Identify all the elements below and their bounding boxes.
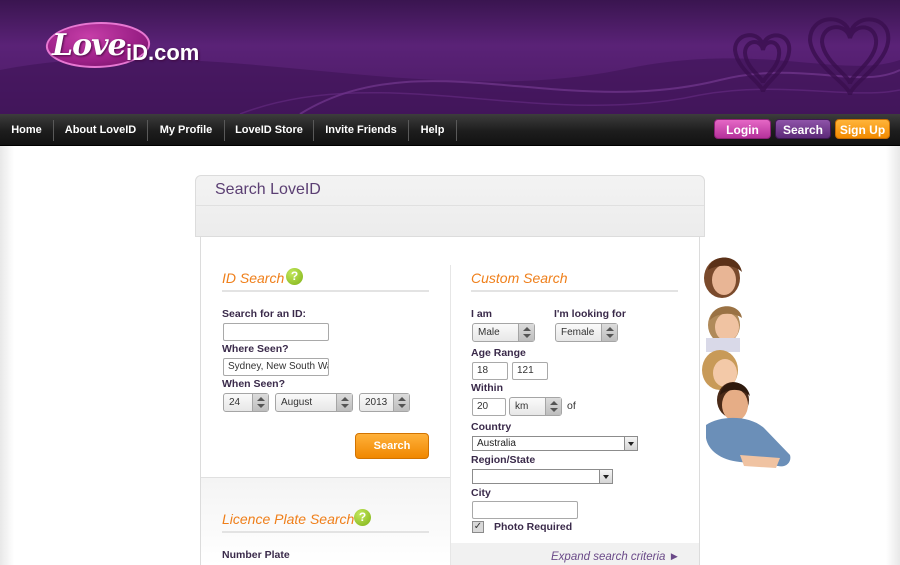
spinner-arrows-icon bbox=[518, 324, 534, 341]
section-rule bbox=[222, 531, 429, 533]
search-for-id-label: Search for an ID: bbox=[222, 308, 307, 320]
plate-search-title: Licence Plate Search bbox=[222, 511, 355, 527]
nav-invite-friends[interactable]: Invite Friends bbox=[314, 114, 408, 146]
when-seen-label: When Seen? bbox=[222, 378, 286, 390]
search-id-input[interactable] bbox=[223, 323, 329, 341]
distance-unit-select[interactable]: km bbox=[509, 397, 562, 416]
year-value: 2013 bbox=[365, 397, 388, 408]
of-label: of bbox=[567, 400, 576, 412]
year-select[interactable]: 2013 bbox=[359, 393, 410, 412]
looking-for-label: I'm looking for bbox=[554, 308, 626, 320]
spinner-arrows-icon bbox=[545, 398, 561, 415]
logo-text-id: iD.com bbox=[126, 40, 200, 65]
distance-unit-value: km bbox=[515, 401, 529, 412]
spinner-arrows-icon bbox=[336, 394, 352, 411]
nav-loveid-store[interactable]: LoveID Store bbox=[225, 114, 313, 146]
where-seen-label: Where Seen? bbox=[222, 343, 289, 355]
within-label: Within bbox=[471, 382, 503, 394]
country-label: Country bbox=[471, 421, 512, 433]
age-max-input[interactable]: 121 bbox=[512, 362, 548, 380]
id-search-button[interactable]: Search bbox=[355, 433, 429, 459]
photo-required-label: Photo Required bbox=[494, 521, 573, 533]
nav-my-profile[interactable]: My Profile bbox=[148, 114, 224, 146]
loveid-logo[interactable]: Love iD.com bbox=[42, 18, 199, 74]
dropdown-arrow-icon bbox=[624, 437, 637, 450]
main-navigation: Home About LoveID My Profile LoveID Stor… bbox=[0, 114, 900, 146]
column-divider bbox=[450, 265, 451, 565]
spinner-arrows-icon bbox=[601, 324, 617, 341]
looking-for-select[interactable]: Female bbox=[555, 323, 618, 342]
signup-button[interactable]: Sign Up bbox=[835, 119, 890, 139]
expand-search-criteria-link[interactable]: Expand search criteria ► bbox=[551, 551, 680, 563]
panel-divider bbox=[196, 205, 704, 206]
site-header: Love iD.com bbox=[0, 0, 900, 114]
section-rule bbox=[471, 290, 678, 292]
i-am-value: Male bbox=[478, 327, 500, 338]
within-distance-input[interactable]: 20 bbox=[472, 398, 506, 416]
region-select[interactable] bbox=[472, 469, 613, 484]
nav-help[interactable]: Help bbox=[409, 114, 456, 146]
nav-separator bbox=[456, 120, 457, 141]
day-select[interactable]: 24 bbox=[223, 393, 269, 412]
header-search-button[interactable]: Search bbox=[775, 119, 831, 139]
photo-required-checkbox[interactable]: ✓ bbox=[472, 521, 484, 533]
region-state-label: Region/State bbox=[471, 454, 536, 466]
city-input[interactable] bbox=[472, 501, 578, 519]
age-range-label: Age Range bbox=[471, 347, 526, 359]
spinner-arrows-icon bbox=[393, 394, 409, 411]
logo-text-love: Love bbox=[52, 28, 127, 63]
id-search-help-icon[interactable]: ? bbox=[286, 268, 303, 285]
login-button[interactable]: Login bbox=[714, 119, 771, 139]
i-am-label: I am bbox=[471, 308, 493, 320]
looking-for-value: Female bbox=[561, 327, 595, 338]
city-label: City bbox=[471, 487, 491, 499]
couples-photo bbox=[700, 250, 800, 475]
nav-about-loveid[interactable]: About LoveID bbox=[54, 114, 147, 146]
country-select[interactable]: Australia bbox=[472, 436, 638, 451]
month-select[interactable]: August bbox=[275, 393, 353, 412]
id-search-title: ID Search bbox=[222, 270, 285, 286]
page-title: Search LoveID bbox=[215, 181, 321, 198]
month-value: August bbox=[281, 397, 313, 408]
section-rule bbox=[222, 290, 429, 292]
i-am-select[interactable]: Male bbox=[472, 323, 535, 342]
custom-search-title: Custom Search bbox=[471, 270, 568, 286]
age-min-input[interactable]: 18 bbox=[472, 362, 508, 380]
nav-home[interactable]: Home bbox=[0, 114, 53, 146]
spinner-arrows-icon bbox=[252, 394, 268, 411]
country-value: Australia bbox=[477, 438, 516, 449]
number-plate-label: Number Plate bbox=[222, 549, 290, 561]
section-divider bbox=[201, 477, 450, 478]
dropdown-arrow-icon bbox=[599, 470, 612, 483]
where-seen-input[interactable]: Sydney, New South Wa bbox=[223, 358, 329, 376]
day-value: 24 bbox=[229, 397, 241, 408]
plate-search-help-icon[interactable]: ? bbox=[354, 509, 371, 526]
